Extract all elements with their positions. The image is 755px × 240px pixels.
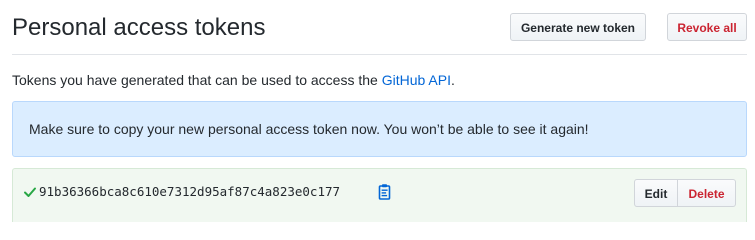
page-header: Personal access tokens Generate new toke… — [12, 0, 747, 55]
token-value: 91b36366bca8c610e7312d95af87c4a823e0c177 — [39, 184, 341, 199]
revoke-all-button[interactable]: Revoke all — [667, 13, 747, 41]
token-actions: Edit Delete — [634, 179, 736, 207]
page: Personal access tokens Generate new toke… — [0, 0, 755, 222]
github-api-link[interactable]: GitHub API — [382, 72, 451, 88]
generate-new-token-button[interactable]: Generate new token — [510, 13, 646, 41]
copy-token-flash-notice: Make sure to copy your new personal acce… — [12, 101, 747, 157]
check-icon — [23, 185, 37, 199]
page-title: Personal access tokens — [12, 14, 266, 41]
description-suffix: . — [450, 72, 455, 88]
flash-message: Make sure to copy your new personal acce… — [29, 121, 589, 137]
token-row: 91b36366bca8c610e7312d95af87c4a823e0c177… — [12, 168, 747, 222]
delete-token-button[interactable]: Delete — [678, 179, 736, 207]
edit-token-button[interactable]: Edit — [634, 179, 678, 207]
tokens-description: Tokens you have generated that can be us… — [12, 71, 455, 89]
description-text: Tokens you have generated that can be us… — [12, 72, 382, 88]
clipboard-icon[interactable] — [377, 183, 393, 201]
